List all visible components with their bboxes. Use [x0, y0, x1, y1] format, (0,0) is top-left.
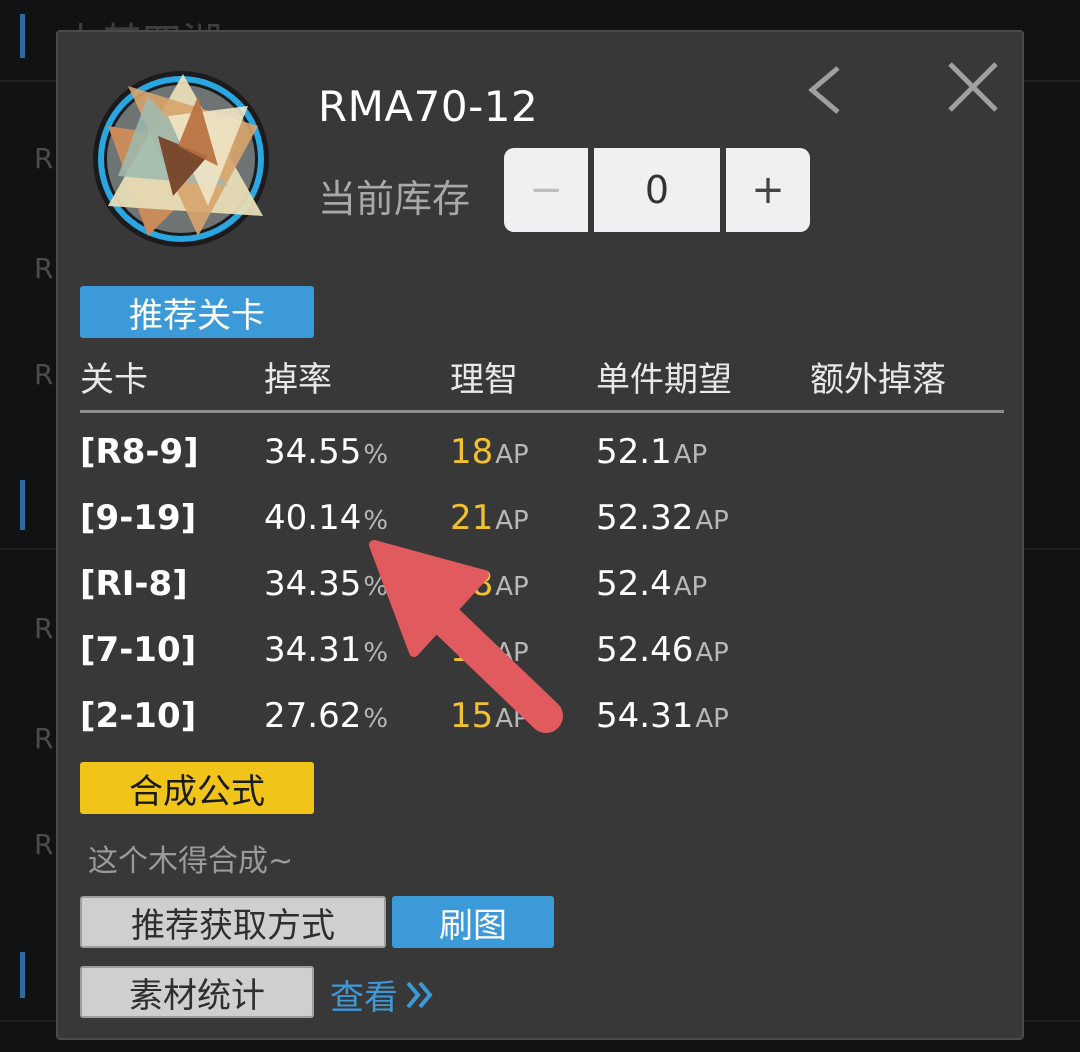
ap-unit: AP [495, 572, 529, 602]
stage-cell: [R8-9] [80, 432, 199, 472]
view-link[interactable]: 查看 [330, 970, 438, 1019]
background-row-fragment: R [34, 722, 54, 755]
ap-unit: AP [673, 572, 708, 602]
decrement-button[interactable]: − [504, 148, 588, 232]
stage-cell: [2-10] [80, 696, 197, 736]
table-row[interactable]: [2-10] 27.62% 15AP 54.31AP [58, 696, 1026, 756]
stock-label: 当前库存 [318, 177, 471, 221]
stage-cell: [RI-8] [80, 564, 188, 604]
background-section-marker [20, 14, 25, 58]
drop-rate-cell: 40.14% [264, 498, 389, 538]
background-section-marker [20, 480, 25, 530]
drop-rate-cell: 34.31% [264, 630, 389, 670]
header-drop-rate: 掉率 [264, 360, 332, 400]
view-link-label: 查看 [330, 978, 398, 1018]
ap-unit: AP [495, 638, 529, 668]
header-expected-cost: 单件期望 [596, 360, 732, 400]
drop-rate-cell: 34.55% [264, 432, 389, 472]
background-row-fragment: R [34, 252, 54, 285]
percent-unit: % [363, 572, 389, 602]
sanity-cell: 18AP [450, 564, 529, 604]
table-row[interactable]: [9-19] 40.14% 21AP 52.32AP [58, 498, 1026, 558]
table-divider [80, 410, 1004, 413]
ap-unit: AP [695, 704, 729, 734]
farm-button[interactable]: 刷图 [392, 896, 554, 948]
sanity-cell: 18AP [450, 432, 529, 472]
expected-cost-cell: 52.4AP [596, 564, 708, 604]
header-stage: 关卡 [80, 360, 148, 400]
percent-unit: % [363, 440, 389, 470]
drop-rate-cell: 27.62% [264, 696, 389, 736]
close-x-icon[interactable] [938, 52, 1008, 122]
percent-unit: % [363, 704, 389, 734]
sanity-cell: 18AP [450, 630, 529, 670]
expected-cost-cell: 52.46AP [596, 630, 729, 670]
background-section-marker [20, 952, 25, 998]
sanity-cell: 15AP [450, 696, 529, 736]
background-row-fragment: R [34, 358, 54, 391]
background-row-fragment: R [34, 612, 54, 645]
background-row-fragment: R [34, 142, 54, 175]
item-detail-dialog: RMA70-12 当前库存 − 0 + 推荐关卡 关卡 掉率 理智 单件期望 额… [56, 30, 1024, 1040]
stage-cell: [9-19] [80, 498, 197, 538]
ap-unit: AP [495, 704, 529, 734]
header-extra-drops: 额外掉落 [810, 360, 946, 400]
item-name: RMA70-12 [318, 82, 539, 131]
increment-button[interactable]: + [726, 148, 810, 232]
ap-unit: AP [695, 638, 729, 668]
expected-cost-cell: 52.1AP [596, 432, 708, 472]
background-row-fragment: R [34, 828, 54, 861]
table-row[interactable]: [RI-8] 34.35% 18AP 52.4AP [58, 564, 1026, 624]
ap-unit: AP [695, 506, 729, 536]
recommended-stages-tag: 推荐关卡 [80, 286, 314, 338]
header-sanity: 理智 [450, 360, 518, 400]
material-stats-button[interactable]: 素材统计 [80, 966, 314, 1018]
expected-cost-cell: 52.32AP [596, 498, 729, 538]
ap-unit: AP [495, 506, 529, 536]
item-emblem-icon [93, 71, 269, 247]
stock-stepper: − 0 + [504, 148, 810, 232]
stage-cell: [7-10] [80, 630, 197, 670]
recommended-acquire-button[interactable]: 推荐获取方式 [80, 896, 386, 948]
synthesis-hint: 这个木得合成~ [88, 844, 294, 879]
ap-unit: AP [673, 440, 708, 470]
percent-unit: % [363, 506, 389, 536]
sanity-cell: 21AP [450, 498, 529, 538]
percent-unit: % [363, 638, 389, 668]
back-chevron-icon[interactable] [798, 60, 858, 120]
stock-value-field[interactable]: 0 [594, 148, 720, 232]
synthesis-tag: 合成公式 [80, 762, 314, 814]
drop-rate-cell: 34.35% [264, 564, 389, 604]
expected-cost-cell: 54.31AP [596, 696, 729, 736]
table-row[interactable]: [7-10] 34.31% 18AP 52.46AP [58, 630, 1026, 690]
ap-unit: AP [495, 440, 529, 470]
table-row[interactable]: [R8-9] 34.55% 18AP 52.1AP [58, 432, 1026, 492]
double-chevron-right-icon [406, 981, 433, 1008]
